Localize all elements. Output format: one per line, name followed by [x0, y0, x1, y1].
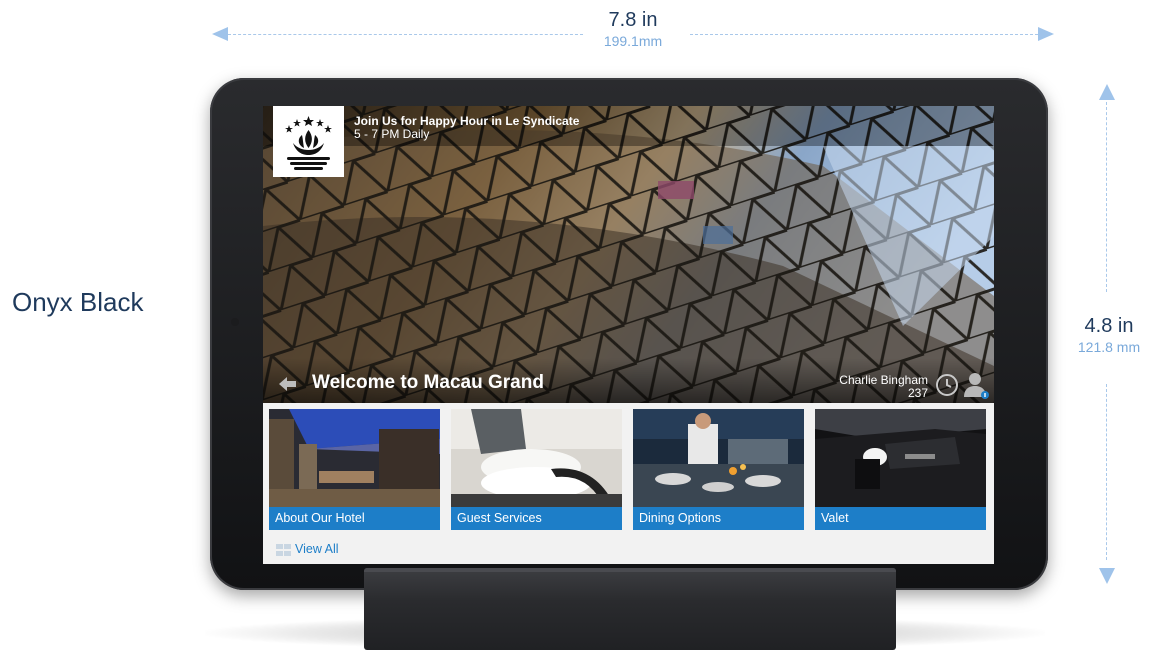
arrow-down-icon: [1099, 568, 1115, 584]
grid-icon: [276, 544, 292, 556]
tile-label: Valet: [821, 511, 849, 525]
width-label: 7.8 in 199.1mm: [563, 8, 703, 50]
tile-dining-options[interactable]: Dining Options: [633, 409, 804, 530]
clock-icon[interactable]: [935, 373, 959, 397]
welcome-title: Welcome to Macau Grand: [312, 372, 544, 393]
width-millimeters: 199.1mm: [603, 33, 663, 49]
tile-guest-services[interactable]: Guest Services: [451, 409, 622, 530]
arrow-right-icon: [1038, 27, 1054, 41]
tablet-stand: [364, 568, 896, 650]
hotel-lobby-photo: [269, 409, 440, 507]
back-arrow-icon[interactable]: [277, 374, 297, 394]
user-profile-icon[interactable]: [961, 370, 991, 400]
promo-title[interactable]: Join Us for Happy Hour in Le Syndicate: [354, 114, 579, 128]
service-tiles: About Our Hotel Guest Services Dining Op…: [269, 409, 989, 530]
promo-subtitle: 5 - 7 PM Daily: [354, 127, 430, 141]
stand-edge: [364, 568, 896, 572]
guest-name: Charlie Bingham: [839, 373, 928, 387]
view-all-label: View All: [295, 542, 339, 556]
housekeeping-photo: [451, 409, 622, 507]
height-label: 4.8 in 121.8 mm: [1062, 314, 1150, 356]
height-inches: 4.8 in: [1084, 315, 1134, 337]
car-door-photo: [815, 409, 986, 507]
guest-room-number: 237: [907, 386, 928, 400]
tile-about-our-hotel[interactable]: About Our Hotel: [269, 409, 440, 530]
color-name: Onyx Black: [12, 287, 144, 317]
tile-valet[interactable]: Valet: [815, 409, 986, 530]
tablet-screen: Join Us for Happy Hour in Le Syndicate 5…: [263, 106, 994, 564]
width-inches: 7.8 in: [608, 9, 658, 31]
height-millimeters: 121.8 mm: [1077, 339, 1141, 355]
lotus-emblem-icon[interactable]: [273, 106, 344, 177]
arrow-up-icon: [1099, 84, 1115, 100]
arrow-left-icon: [212, 27, 228, 41]
tile-label: Dining Options: [639, 511, 721, 525]
kitchen-photo: [633, 409, 804, 507]
tile-label: About Our Hotel: [275, 511, 365, 525]
tile-label: Guest Services: [457, 511, 542, 525]
hero-banner: Join Us for Happy Hour in Le Syndicate 5…: [263, 106, 994, 403]
camera-icon: [231, 318, 239, 326]
